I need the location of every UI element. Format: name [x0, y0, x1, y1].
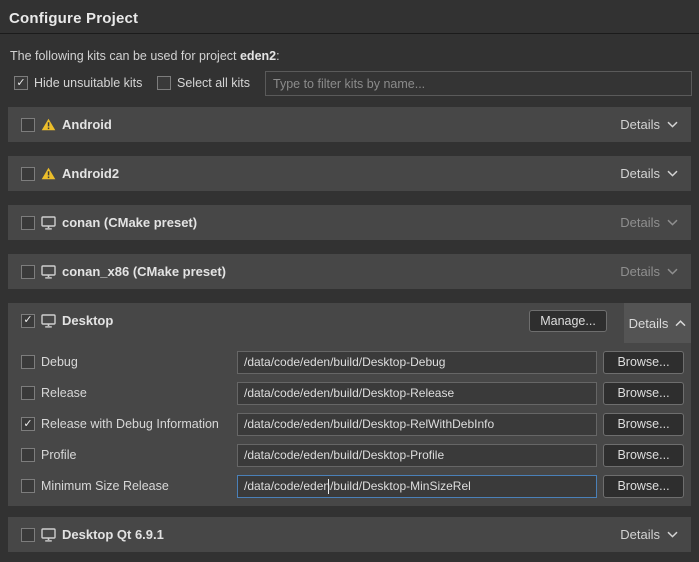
- configure-project-page: { "page": { "title": "Configure Project"…: [0, 0, 699, 562]
- hide-unsuitable-kits-checkbox[interactable]: ✓: [14, 76, 28, 90]
- chevron-down-icon: [667, 531, 678, 538]
- title-separator: [0, 33, 699, 34]
- kit-row-android2[interactable]: ✓ Android2 Details: [8, 156, 691, 191]
- config-path-input[interactable]: [237, 351, 597, 374]
- config-row-profile: ✓ Profile Browse...: [8, 443, 691, 467]
- kit-name: Desktop Qt 6.9.1: [62, 527, 164, 542]
- chevron-down-icon: [667, 121, 678, 128]
- select-all-kits-checkbox-group[interactable]: ✓ Select all kits: [157, 76, 250, 90]
- hide-unsuitable-kits-label: Hide unsuitable kits: [34, 76, 142, 90]
- browse-button[interactable]: Browse...: [603, 413, 684, 436]
- monitor-icon: [41, 314, 56, 328]
- details-label: Details: [629, 316, 669, 331]
- details-label: Details: [620, 166, 660, 181]
- config-path-input-focused[interactable]: [237, 475, 597, 498]
- kit-checkbox[interactable]: ✓: [21, 314, 35, 328]
- details-label: Details: [620, 527, 660, 542]
- config-checkbox[interactable]: ✓: [21, 479, 35, 493]
- config-label: Minimum Size Release: [41, 479, 237, 493]
- intro-suffix: :: [276, 49, 279, 63]
- config-path-wrap: [237, 351, 597, 374]
- kit-panel-desktop: ✓ Desktop Manage... Details ✓ Debug Brow…: [8, 303, 691, 506]
- intro-text: The following kits can be used for proje…: [10, 49, 280, 63]
- details-button-disabled: Details: [620, 215, 678, 230]
- kit-checkbox[interactable]: ✓: [21, 528, 35, 542]
- manage-kits-button[interactable]: Manage...: [529, 310, 607, 332]
- details-label: Details: [620, 215, 660, 230]
- config-row-debug: ✓ Debug Browse...: [8, 350, 691, 374]
- config-label: Debug: [41, 355, 237, 369]
- config-path-wrap: [237, 475, 597, 498]
- config-row-relwithdebinfo: ✓ Release with Debug Information Browse.…: [8, 412, 691, 436]
- monitor-icon: [41, 216, 56, 230]
- text-caret: [328, 479, 329, 494]
- details-button[interactable]: Details: [620, 527, 678, 542]
- browse-button[interactable]: Browse...: [603, 382, 684, 405]
- monitor-icon: [41, 528, 56, 542]
- config-checkbox[interactable]: ✓: [21, 448, 35, 462]
- chevron-down-icon: [667, 268, 678, 275]
- config-path-wrap: [237, 382, 597, 405]
- kit-name: conan (CMake preset): [62, 215, 197, 230]
- kit-checkbox[interactable]: ✓: [21, 118, 35, 132]
- config-checkbox[interactable]: ✓: [21, 355, 35, 369]
- kit-row-desktop[interactable]: ✓ Desktop Manage... Details: [8, 303, 691, 338]
- warning-icon: [41, 167, 56, 180]
- check-icon: ✓: [23, 315, 32, 326]
- details-label: Details: [620, 264, 660, 279]
- select-all-kits-label: Select all kits: [177, 76, 250, 90]
- kit-name: Android2: [62, 166, 119, 181]
- kit-row-android[interactable]: ✓ Android Details: [8, 107, 691, 142]
- config-row-minsizerel: ✓ Minimum Size Release Browse...: [8, 474, 691, 498]
- select-all-kits-checkbox[interactable]: ✓: [157, 76, 171, 90]
- check-icon: ✓: [23, 419, 32, 430]
- details-button[interactable]: Details: [620, 166, 678, 181]
- config-label: Release: [41, 386, 237, 400]
- kit-name: conan_x86 (CMake preset): [62, 264, 226, 279]
- details-button-expanded[interactable]: Details: [624, 303, 691, 343]
- kit-row-conan-x86[interactable]: ✓ conan_x86 (CMake preset) Details: [8, 254, 691, 289]
- kit-name: Android: [62, 117, 112, 132]
- config-checkbox[interactable]: ✓: [21, 386, 35, 400]
- config-path-wrap: [237, 444, 597, 467]
- intro-prefix: The following kits can be used for proje…: [10, 49, 240, 63]
- details-label: Details: [620, 117, 660, 132]
- kit-checkbox[interactable]: ✓: [21, 167, 35, 181]
- browse-button[interactable]: Browse...: [603, 351, 684, 374]
- chevron-down-icon: [667, 219, 678, 226]
- chevron-down-icon: [667, 170, 678, 177]
- details-button-disabled: Details: [620, 264, 678, 279]
- config-path-input[interactable]: [237, 444, 597, 467]
- monitor-icon: [41, 265, 56, 279]
- config-path-input[interactable]: [237, 413, 597, 436]
- kit-filter-input[interactable]: [265, 71, 692, 96]
- check-icon: ✓: [16, 78, 25, 89]
- config-label: Release with Debug Information: [41, 417, 237, 431]
- chevron-up-icon: [675, 320, 686, 327]
- config-checkbox[interactable]: ✓: [21, 417, 35, 431]
- kit-row-desktop-qt[interactable]: ✓ Desktop Qt 6.9.1 Details: [8, 517, 691, 552]
- browse-button[interactable]: Browse...: [603, 444, 684, 467]
- kit-row-conan[interactable]: ✓ conan (CMake preset) Details: [8, 205, 691, 240]
- project-name: eden2: [240, 49, 276, 63]
- kit-name: Desktop: [62, 313, 113, 328]
- kit-checkbox[interactable]: ✓: [21, 265, 35, 279]
- config-path-input[interactable]: [237, 382, 597, 405]
- details-button[interactable]: Details: [620, 117, 678, 132]
- hide-unsuitable-kits-checkbox-group[interactable]: ✓ Hide unsuitable kits: [14, 76, 142, 90]
- page-title: Configure Project: [9, 10, 138, 27]
- browse-button[interactable]: Browse...: [603, 475, 684, 498]
- kit-checkbox[interactable]: ✓: [21, 216, 35, 230]
- config-path-wrap: [237, 413, 597, 436]
- warning-icon: [41, 118, 56, 131]
- config-label: Profile: [41, 448, 237, 462]
- config-row-release: ✓ Release Browse...: [8, 381, 691, 405]
